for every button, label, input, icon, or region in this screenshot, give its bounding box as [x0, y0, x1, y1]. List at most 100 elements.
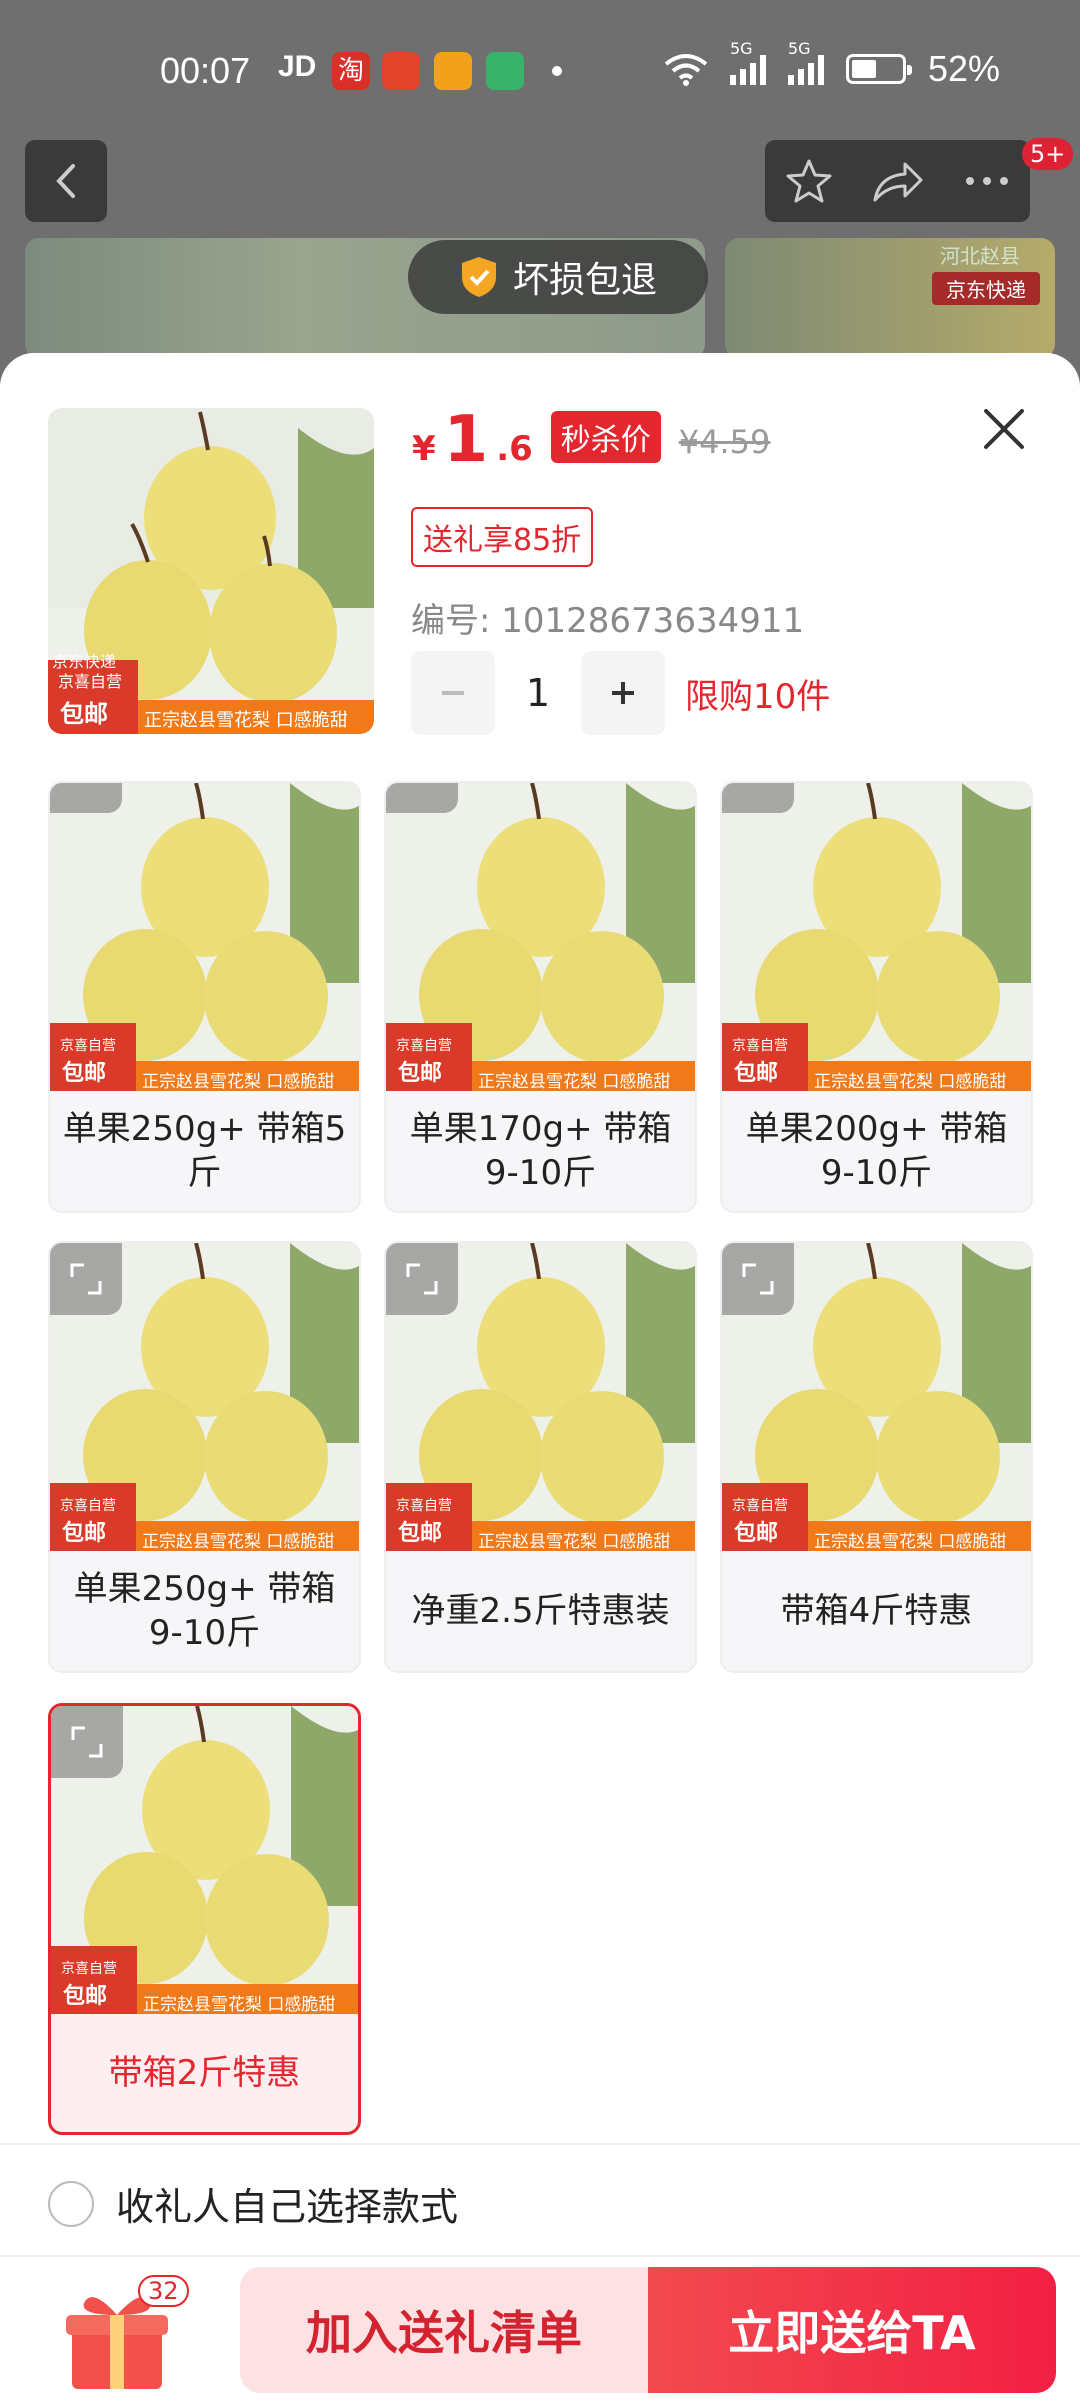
option-label: 单果250g+ 带箱5斤	[62, 1108, 347, 1193]
gift-discount-tag: 送礼享85折	[411, 507, 594, 567]
price-decimal: .6	[496, 429, 533, 469]
divider	[0, 2143, 1080, 2145]
option-img-freeship: 包邮	[734, 1061, 779, 1086]
option-img-badge: 京喜自营	[61, 1961, 117, 1977]
damage-return-pill: 坏损包退	[408, 240, 708, 314]
option-label: 单果250g+ 带箱9-10斤	[73, 1568, 336, 1653]
increase-button[interactable]	[581, 651, 665, 735]
share-icon[interactable]	[871, 158, 925, 204]
back-button[interactable]	[25, 140, 107, 222]
option-thumbnail: 京喜自营 包邮 正宗赵县雪花梨 口感脆甜	[722, 1243, 1031, 1551]
close-icon[interactable]	[980, 405, 1028, 453]
top-action-group	[765, 140, 1030, 222]
expand-icon[interactable]	[722, 783, 794, 813]
option-label: 带箱2斤特惠	[108, 2052, 301, 2093]
minus-icon	[442, 691, 464, 695]
img-badge-freeship: 包邮	[60, 700, 108, 728]
flash-sale-badge: 秒杀价	[550, 411, 661, 463]
divider	[0, 2255, 1080, 2257]
option-img-caption: 正宗赵县雪花梨 口感脆甜	[478, 1072, 671, 1091]
option-thumbnail: 京喜自营 包邮 正宗赵县雪花梨 口感脆甜	[386, 783, 695, 1091]
star-icon[interactable]	[784, 156, 834, 206]
gift-list-count-badge: 32	[138, 2275, 189, 2307]
option-img-freeship: 包邮	[63, 1984, 108, 2009]
option-thumbnail: 京喜自营 包邮 正宗赵县雪花梨 口感脆甜	[51, 1706, 358, 2014]
option-thumbnail: 京喜自营 包邮 正宗赵县雪花梨 口感脆甜	[50, 1243, 359, 1551]
express-tag: 京东快递	[932, 272, 1040, 305]
purchase-limit: 限购10件	[685, 676, 831, 717]
option-thumbnail: 京喜自营 包邮 正宗赵县雪花梨 口感脆甜	[722, 783, 1031, 1091]
option-img-freeship: 包邮	[734, 1521, 779, 1546]
damage-return-text: 坏损包退	[512, 260, 657, 301]
sku-option-card[interactable]: 京喜自营 包邮 正宗赵县雪花梨 口感脆甜 单果200g+ 带箱9-10斤	[720, 781, 1033, 1213]
option-img-caption: 正宗赵县雪花梨 口感脆甜	[142, 1072, 335, 1091]
signal-icon-1: 5G	[729, 39, 766, 85]
option-label: 净重2.5斤特惠装	[411, 1590, 670, 1631]
sku-option-card[interactable]: 京喜自营 包邮 正宗赵县雪花梨 口感脆甜 单果170g+ 带箱9-10斤	[384, 781, 697, 1213]
add-to-gift-list-button[interactable]: 加入送礼清单	[240, 2267, 648, 2393]
img-badge-self: 京喜自营	[58, 672, 123, 691]
price-integer: 1	[443, 403, 489, 477]
currency-symbol: ¥	[412, 429, 436, 469]
radio-button[interactable]	[48, 2180, 94, 2227]
option-thumbnail: 京喜自营 包邮 正宗赵县雪花梨 口感脆甜	[50, 783, 359, 1091]
status-bar: 00:07 JD 淘 5G 5G 52%	[0, 0, 1080, 140]
jd-app-icon: JD	[278, 50, 317, 83]
sku-number: 编号: 10128673634911	[411, 601, 805, 641]
region-tag: 河北赵县	[940, 244, 1020, 268]
sku-option-card[interactable]: 京喜自营 包邮 正宗赵县雪花梨 口感脆甜 带箱4斤特惠	[720, 1241, 1033, 1673]
status-time: 00:07	[160, 50, 251, 91]
video-app-icon	[434, 52, 472, 90]
sku-option-card-selected[interactable]: 京喜自营 包邮 正宗赵县雪花梨 口感脆甜 带箱2斤特惠	[48, 1703, 361, 2135]
recipient-choose-option[interactable]: 收礼人自己选择款式	[48, 2176, 458, 2231]
option-label: 单果170g+ 带箱9-10斤	[409, 1108, 672, 1193]
battery-icon	[845, 54, 912, 84]
recipient-choose-label: 收礼人自己选择款式	[116, 2185, 459, 2229]
original-price: ¥4.59	[678, 423, 771, 461]
message-count-badge: 5+	[1022, 138, 1074, 170]
option-img-badge: 京喜自营	[60, 1498, 116, 1514]
expand-icon[interactable]	[50, 1243, 122, 1315]
option-img-freeship: 包邮	[62, 1521, 107, 1546]
sku-option-card[interactable]: 京喜自营 包邮 正宗赵县雪花梨 口感脆甜 单果250g+ 带箱9-10斤	[48, 1241, 361, 1673]
option-img-freeship: 包邮	[62, 1061, 107, 1086]
decrease-button[interactable]	[411, 651, 495, 735]
battery-percent: 52%	[927, 48, 1000, 89]
taobao-app-icon: 淘	[332, 52, 370, 90]
option-label: 带箱4斤特惠	[780, 1590, 973, 1631]
option-img-caption: 正宗赵县雪花梨 口感脆甜	[478, 1532, 671, 1551]
sku-option-card[interactable]: 京喜自营 包邮 正宗赵县雪花梨 口感脆甜 净重2.5斤特惠装	[384, 1241, 697, 1673]
option-img-caption: 正宗赵县雪花梨 口感脆甜	[814, 1532, 1007, 1551]
option-img-caption: 正宗赵县雪花梨 口感脆甜	[814, 1072, 1007, 1091]
quantity-value[interactable]: 1	[495, 671, 581, 715]
option-label: 单果200g+ 带箱9-10斤	[745, 1108, 1008, 1193]
app-icon-red	[382, 52, 420, 90]
option-img-freeship: 包邮	[398, 1521, 443, 1546]
product-image[interactable]: 京东快递 京喜自营 包邮 正宗赵县雪花梨 口感脆甜	[48, 408, 374, 734]
option-thumbnail: 京喜自营 包邮 正宗赵县雪花梨 口感脆甜	[386, 1243, 695, 1551]
chevron-left-icon	[56, 164, 75, 198]
expand-icon[interactable]	[50, 783, 122, 813]
price-row: ¥ 1 .6 秒杀价 ¥4.59	[412, 403, 771, 477]
option-img-caption: 正宗赵县雪花梨 口感脆甜	[142, 1532, 335, 1551]
send-now-button[interactable]: 立即送给TA	[648, 2267, 1056, 2393]
expand-icon[interactable]	[386, 1243, 458, 1315]
option-img-freeship: 包邮	[398, 1061, 443, 1086]
shield-check-icon	[461, 257, 496, 297]
expand-icon[interactable]	[51, 1706, 123, 1778]
option-img-badge: 京喜自营	[60, 1038, 116, 1054]
quantity-stepper: 1 限购10件	[411, 651, 830, 735]
option-img-badge: 京喜自营	[396, 1038, 452, 1054]
sku-selection-sheet: 京东快递 京喜自营 包邮 正宗赵县雪花梨 口感脆甜 ¥ 1 .6 秒杀价 ¥4.…	[0, 353, 1080, 2400]
expand-icon[interactable]	[386, 783, 458, 813]
expand-icon[interactable]	[722, 1243, 794, 1315]
sku-option-card[interactable]: 京喜自营 包邮 正宗赵县雪花梨 口感脆甜 单果250g+ 带箱5斤	[48, 781, 361, 1213]
option-img-badge: 京喜自营	[732, 1498, 788, 1514]
option-img-caption: 正宗赵县雪花梨 口感脆甜	[143, 1995, 336, 2014]
option-img-badge: 京喜自营	[396, 1498, 452, 1514]
wifi-icon	[664, 54, 708, 86]
app-icon-green	[486, 52, 524, 90]
option-img-badge: 京喜自营	[732, 1038, 788, 1054]
img-caption: 正宗赵县雪花梨 口感脆甜	[144, 710, 348, 731]
more-icon[interactable]	[962, 171, 1012, 191]
